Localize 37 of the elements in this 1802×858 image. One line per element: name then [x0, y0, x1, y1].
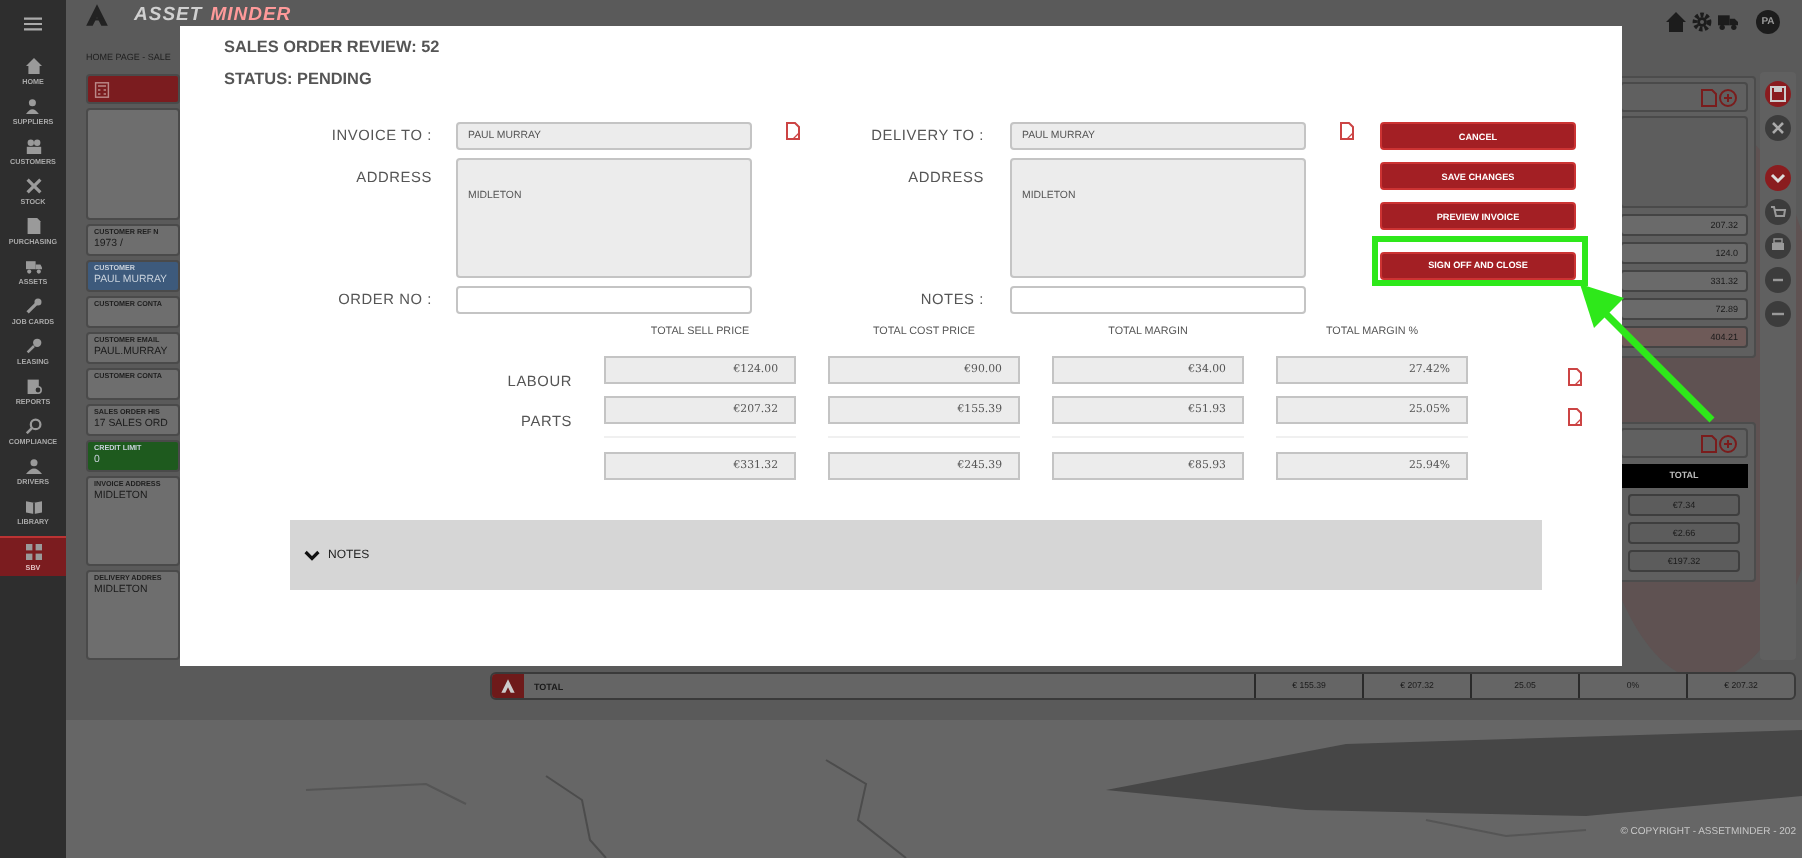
dash-icon[interactable]: [1764, 266, 1792, 294]
logo[interactable]: ASSET MINDER: [84, 2, 292, 28]
logo-icon: [500, 678, 516, 694]
search-icon: [25, 418, 41, 434]
menu-icon[interactable]: [24, 16, 42, 32]
close-icon[interactable]: [1764, 114, 1792, 142]
house-icon: [25, 58, 41, 74]
document-icon[interactable]: [1340, 122, 1354, 140]
document-icon[interactable]: [1568, 408, 1582, 426]
save-icon[interactable]: [1764, 80, 1792, 108]
status-text: STATUS: PENDING: [224, 68, 374, 92]
calculator-icon[interactable]: [94, 81, 110, 97]
settings-icon[interactable]: [1692, 12, 1712, 32]
person-icon: [25, 458, 41, 474]
dialog-title: SALES ORDER REVIEW: 52: [224, 36, 442, 60]
clipboard-icon: [25, 378, 41, 394]
grid-icon: [25, 543, 41, 559]
panel-box: [1620, 116, 1748, 208]
wrench-icon: [25, 298, 41, 314]
chevron-icon[interactable]: [1764, 164, 1792, 192]
person-icon: [25, 98, 41, 114]
input-field[interactable]: [456, 286, 752, 314]
truck-icon: [25, 258, 41, 274]
truck-icon[interactable]: [1718, 12, 1738, 32]
book-icon: [25, 498, 41, 514]
people-icon: [25, 138, 41, 154]
document-icon[interactable]: [1568, 368, 1582, 386]
cart-icon[interactable]: [1764, 198, 1792, 226]
chevron-icon: [304, 549, 320, 561]
printer-icon[interactable]: [1764, 232, 1792, 260]
key-icon: [25, 338, 41, 354]
document-icon[interactable]: [786, 122, 800, 140]
dash-icon[interactable]: [1764, 300, 1792, 328]
home-icon[interactable]: [1666, 12, 1686, 32]
tools-icon: [25, 178, 41, 194]
document-icon: [25, 218, 41, 234]
input-field[interactable]: [1010, 286, 1306, 314]
